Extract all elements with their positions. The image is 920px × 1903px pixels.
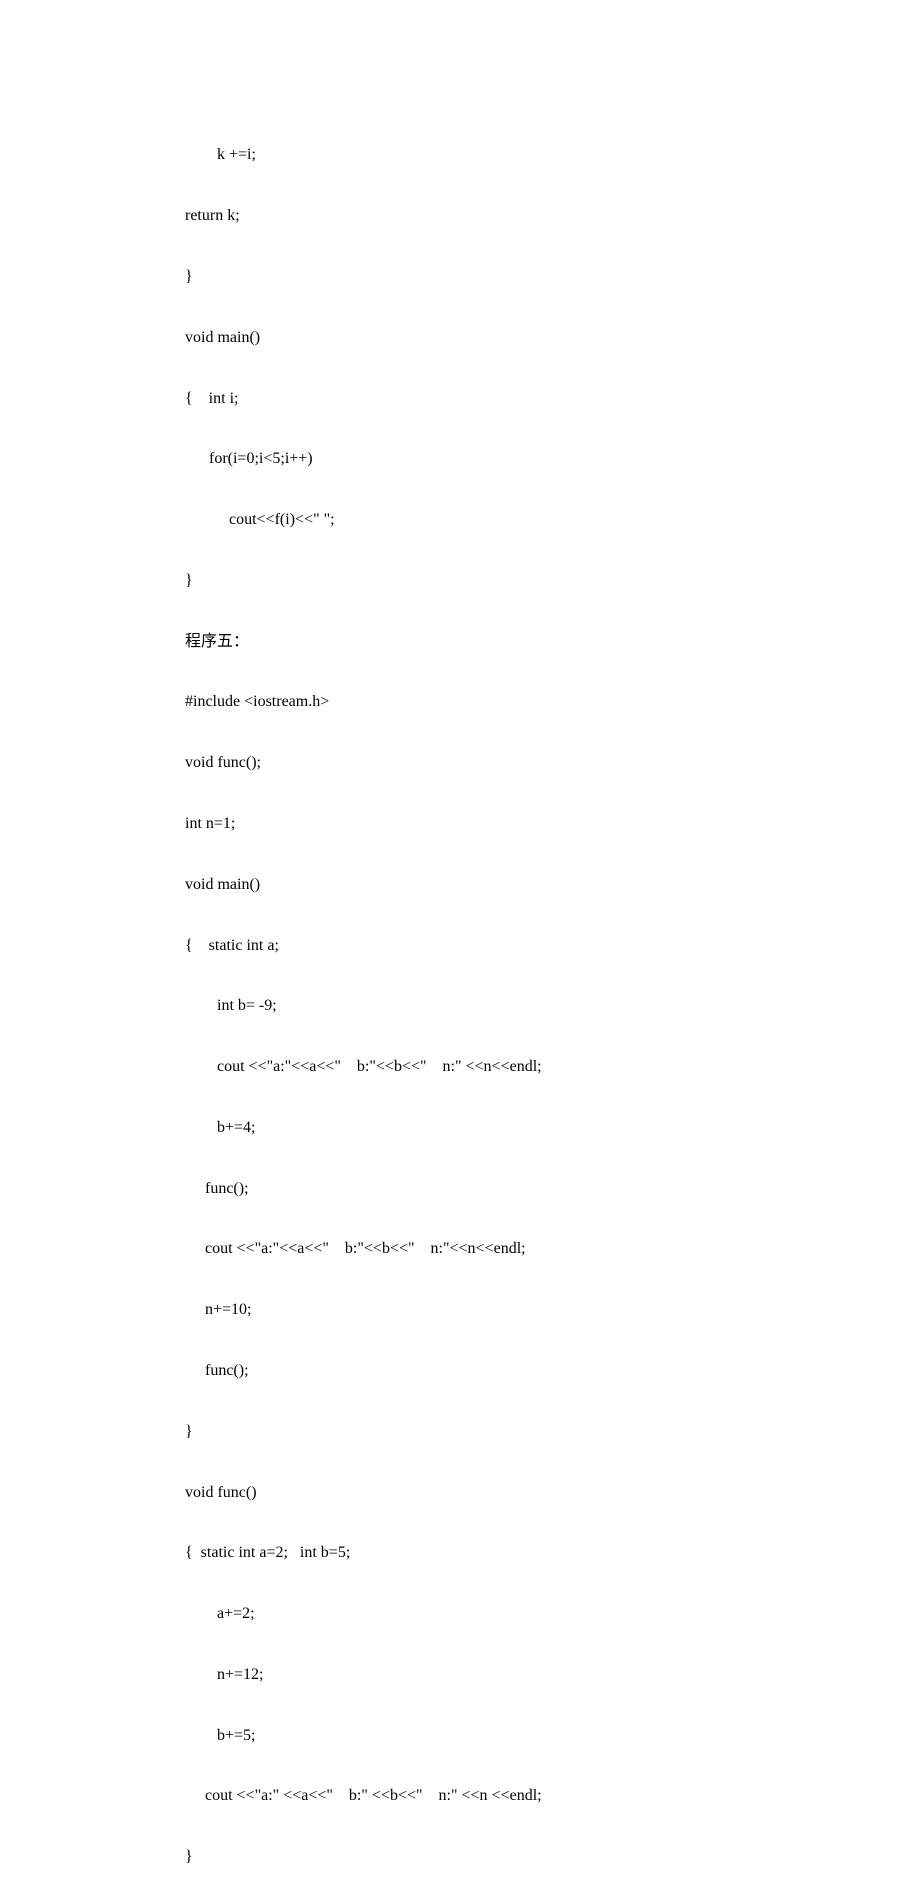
code-line: } [185,1417,920,1447]
code-line: b+=5; [185,1721,920,1751]
code-line: void main() [185,870,920,900]
document-page: k +=i; return k; } void main() { int i; … [0,0,920,1903]
code-line: n+=10; [185,1295,920,1325]
code-line: { int i; [185,384,920,414]
code-line: { static int a=2; int b=5; [185,1538,920,1568]
code-line: void func(); [185,748,920,778]
code-line: { static int a; [185,931,920,961]
code-line: } [185,262,920,292]
code-line: k +=i; [185,140,920,170]
code-line: 程序五： [185,627,920,657]
code-line: cout <<"a:"<<a<<" b:"<<b<<" n:"<<n<<endl… [185,1234,920,1264]
code-line: int b= -9; [185,991,920,1021]
code-line: cout <<"a:" <<a<<" b:" <<b<<" n:" <<n <<… [185,1781,920,1811]
code-line: b+=4; [185,1113,920,1143]
code-line: a+=2; [185,1599,920,1629]
code-line: cout <<"a:"<<a<<" b:"<<b<<" n:" <<n<<end… [185,1052,920,1082]
code-line: func(); [185,1356,920,1386]
code-line: void func() [185,1478,920,1508]
code-line: int n=1; [185,809,920,839]
code-line: func(); [185,1174,920,1204]
code-line: void main() [185,323,920,353]
code-line: cout<<f(i)<<" "; [185,505,920,535]
code-line: #include <iostream.h> [185,687,920,717]
code-line: return k; [185,201,920,231]
code-line: } [185,566,920,596]
code-line: for(i=0;i<5;i++) [185,444,920,474]
code-line: } [185,1842,920,1872]
code-line: n+=12; [185,1660,920,1690]
